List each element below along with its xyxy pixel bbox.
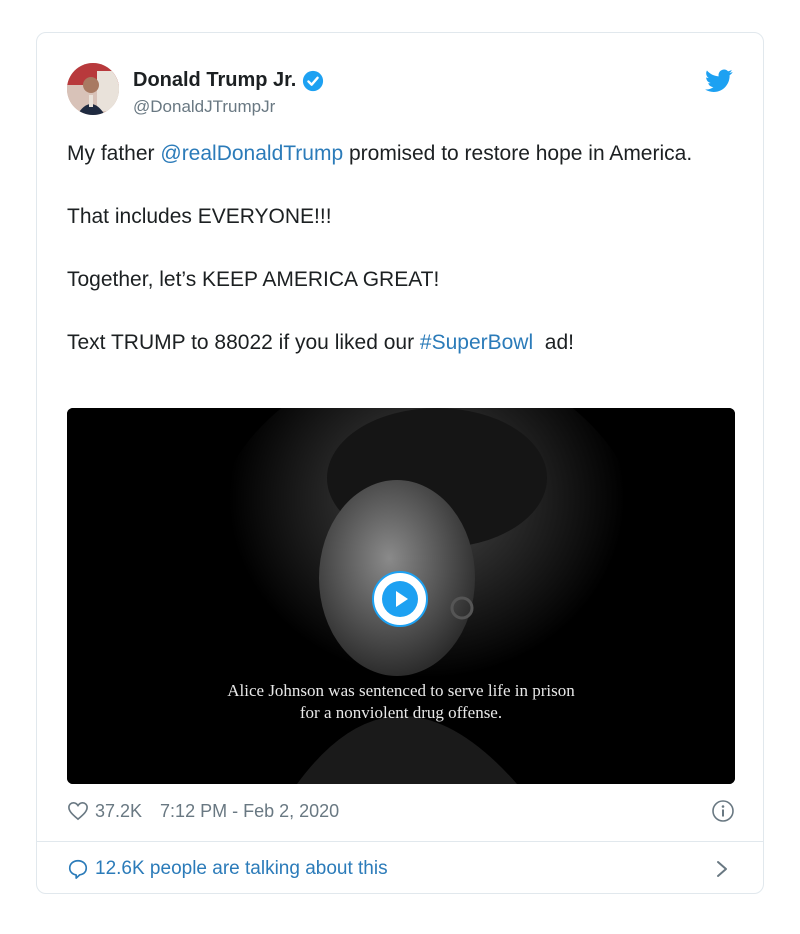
tweet-paragraph: Text TRUMP to 88022 if you liked our #Su…: [67, 331, 575, 354]
video-player[interactable]: Alice Johnson was sentenced to serve lif…: [67, 408, 735, 784]
verified-icon: [303, 70, 324, 91]
timestamp[interactable]: 7:12 PM - Feb 2, 2020: [160, 801, 339, 822]
conversation-link[interactable]: 12.6K people are talking about this: [67, 853, 735, 885]
heart-icon[interactable]: [67, 801, 89, 821]
tweet-paragraph: That includes EVERYONE!!!: [67, 205, 332, 228]
like-count[interactable]: 37.2K: [95, 801, 142, 822]
author-handle[interactable]: @DonaldJTrumpJr: [133, 97, 275, 117]
chevron-right-icon[interactable]: [715, 859, 729, 879]
tweet-text: My father @realDonaldTrump promised to r…: [67, 137, 707, 389]
mention-link[interactable]: @realDonaldTrump: [160, 142, 343, 165]
author-name-row: Donald Trump Jr.: [133, 69, 324, 92]
tweet-card: Donald Trump Jr. @DonaldJTrumpJr My fath…: [36, 32, 764, 894]
twitter-bird-icon[interactable]: [705, 69, 733, 93]
divider: [37, 841, 763, 842]
tweet-footer: 37.2K 7:12 PM - Feb 2, 2020: [67, 797, 735, 825]
speech-bubble-icon: [68, 859, 88, 879]
display-name[interactable]: Donald Trump Jr.: [133, 69, 296, 92]
tweet-paragraph: My father @realDonaldTrump promised to r…: [67, 142, 693, 165]
play-icon: [382, 581, 418, 617]
video-caption: Alice Johnson was sentenced to serve lif…: [227, 681, 575, 722]
info-icon[interactable]: [711, 799, 735, 823]
talking-count-text: 12.6K people are talking about this: [95, 858, 388, 879]
play-button[interactable]: [372, 571, 428, 627]
tweet-paragraph: Together, let’s KEEP AMERICA GREAT!: [67, 268, 440, 291]
hashtag-link[interactable]: #SuperBowl: [420, 331, 533, 354]
avatar[interactable]: [67, 63, 119, 115]
